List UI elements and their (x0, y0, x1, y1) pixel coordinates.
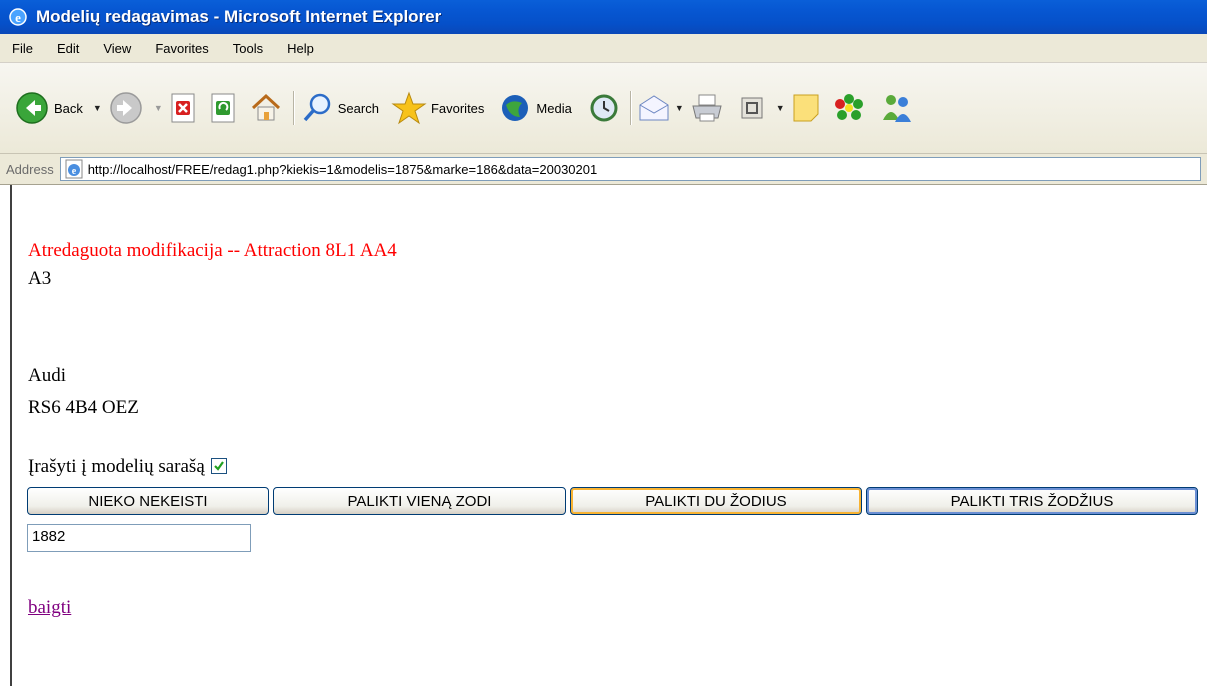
page-content: Atredaguota modifikacija -- Attraction 8… (10, 185, 1207, 686)
stop-button[interactable] (169, 92, 199, 124)
history-icon (590, 94, 618, 122)
edit-icon (741, 97, 763, 119)
page-icon: e (65, 159, 83, 179)
mail-dropdown-icon[interactable]: ▼ (675, 103, 684, 113)
forward-button[interactable] (108, 90, 144, 126)
finish-link[interactable]: baigti (28, 597, 71, 619)
svg-text:e: e (15, 10, 21, 25)
messenger-button[interactable] (879, 92, 915, 124)
checkmark-icon (213, 461, 224, 471)
favorites-label: Favorites (430, 100, 485, 116)
address-bar: Address e http://localhost/FREE/redag1.p… (0, 154, 1207, 185)
window-title: Modelių redagavimas - Microsoft Internet… (36, 7, 442, 26)
address-input[interactable]: e http://localhost/FREE/redag1.php?kieki… (59, 157, 1201, 181)
modification-name: RS6 4B4 OEZ (28, 397, 139, 418)
menu-file[interactable]: File (0, 41, 45, 56)
icq-button[interactable] (833, 92, 865, 124)
toolbar-separator (292, 91, 294, 125)
forward-arrow-icon (110, 92, 142, 124)
favorites-button[interactable]: Favorites (391, 91, 484, 125)
address-label: Address (6, 161, 54, 177)
save-to-list-checkbox[interactable] (210, 457, 227, 474)
discuss-button[interactable] (791, 92, 821, 124)
menu-tools[interactable]: Tools (221, 41, 275, 56)
search-icon (303, 93, 330, 122)
icq-flower-icon (834, 94, 863, 120)
search-button[interactable]: Search (300, 91, 379, 125)
messenger-people-icon (882, 95, 911, 122)
history-button[interactable] (588, 92, 620, 124)
keep-two-words-button[interactable]: PALIKTI DU ŽODIUS (570, 487, 862, 515)
window-titlebar[interactable]: e Modelių redagavimas - Microsoft Intern… (0, 0, 1207, 34)
save-to-list-label: Įrašyti į modelių sarašą (28, 456, 205, 477)
action-button-row: NIEKO NEKEISTI PALIKTI VIENĄ ZODI PALIKT… (27, 487, 1202, 515)
search-label: Search (337, 100, 379, 116)
toolbar-separator (629, 91, 631, 125)
back-button[interactable]: Back (14, 90, 83, 126)
ie-logo-icon: e (9, 8, 27, 26)
toolbar: Back ▼ ▼ Search Favorites Media ▼ ▼ (0, 63, 1207, 154)
media-icon (502, 95, 529, 121)
print-button[interactable] (690, 92, 724, 124)
edit-button[interactable] (740, 96, 764, 120)
status-message: Atredaguota modifikacija -- Attraction 8… (28, 240, 397, 261)
address-url: http://localhost/FREE/redag1.php?kiekis=… (87, 161, 598, 177)
brand-name: Audi (28, 365, 66, 386)
stop-icon (171, 93, 195, 123)
favorites-star-icon (391, 91, 427, 125)
home-icon (251, 93, 280, 121)
model-id-input[interactable]: 1882 (27, 524, 251, 552)
refresh-icon (211, 93, 235, 123)
media-label: Media (536, 100, 572, 116)
keep-unchanged-button[interactable]: NIEKO NEKEISTI (27, 487, 269, 515)
menu-edit[interactable]: Edit (45, 41, 91, 56)
model-name: A3 (28, 268, 52, 289)
home-button[interactable] (249, 91, 283, 125)
menu-help[interactable]: Help (275, 41, 326, 56)
forward-dropdown-icon[interactable]: ▼ (154, 103, 163, 113)
menu-view[interactable]: View (91, 41, 143, 56)
media-button[interactable]: Media (498, 91, 572, 125)
print-icon (692, 94, 722, 122)
keep-three-words-button[interactable]: PALIKTI TRIS ŽODŽIUS (866, 487, 1198, 515)
edit-dropdown-icon[interactable]: ▼ (776, 103, 785, 113)
note-icon (793, 94, 819, 122)
back-label: Back (54, 100, 83, 116)
keep-one-word-button[interactable]: PALIKTI VIENĄ ZODI (273, 487, 566, 515)
back-arrow-icon (16, 92, 48, 124)
svg-text:e: e (71, 166, 76, 177)
back-dropdown-icon[interactable]: ▼ (93, 103, 102, 113)
save-to-list-row: Įrašyti į modelių sarašą (28, 456, 227, 478)
menu-favorites[interactable]: Favorites (143, 41, 220, 56)
mail-button[interactable] (637, 93, 671, 123)
mail-icon (639, 95, 669, 121)
menu-bar: File Edit View Favorites Tools Help (0, 34, 1207, 63)
refresh-button[interactable] (209, 92, 239, 124)
